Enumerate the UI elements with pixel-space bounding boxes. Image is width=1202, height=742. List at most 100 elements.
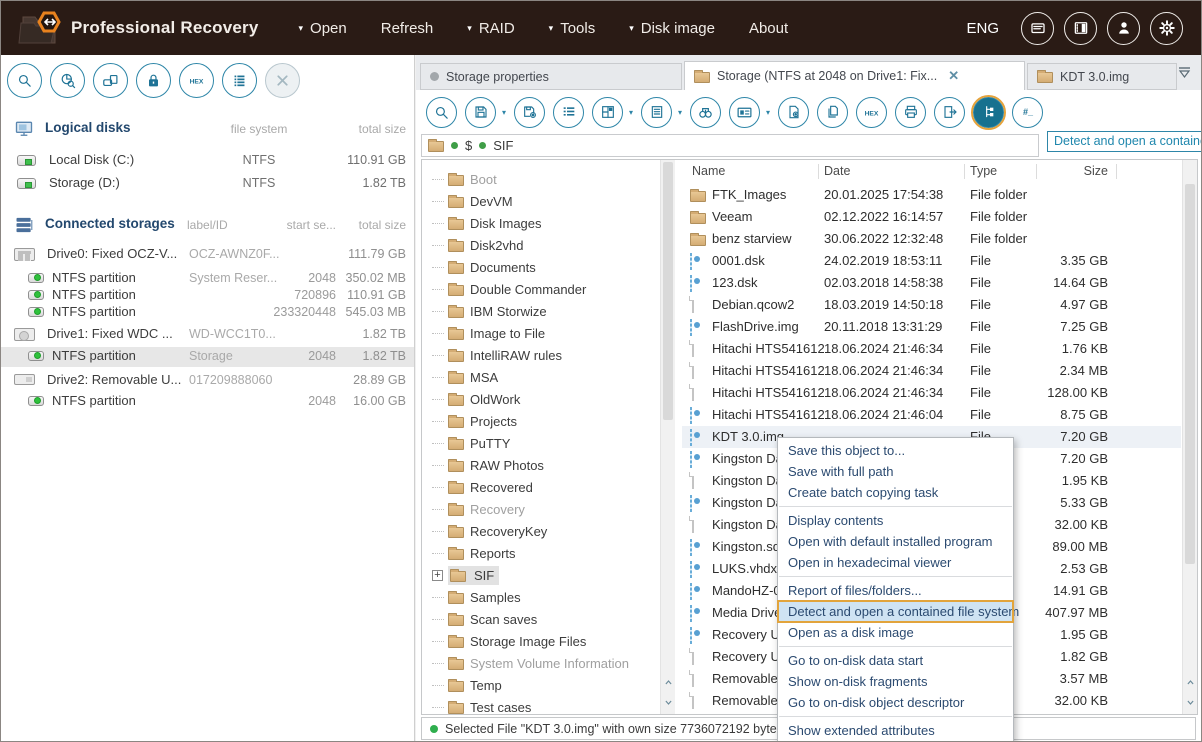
dropdown-caret-icon[interactable]: ▾ (502, 108, 506, 117)
list-scrollbar-thumb[interactable] (1185, 184, 1195, 564)
sector-number-button[interactable]: #_ (1012, 97, 1043, 128)
context-menu-item-save-with-full-path[interactable]: Save with full path (778, 461, 1013, 482)
tree-item-scan-saves[interactable]: Scan saves (422, 608, 537, 630)
tree-item-boot[interactable]: Boot (422, 168, 497, 190)
column-type[interactable]: Type (970, 164, 997, 178)
search-button[interactable] (426, 97, 457, 128)
file-row-hitachi-hts541612j9sa0[interactable]: Hitachi HTS541612J9SA0...18.06.2024 21:4… (682, 404, 1181, 426)
user-button[interactable] (1107, 12, 1140, 45)
column-date[interactable]: Date (824, 164, 850, 178)
file-settings-button[interactable] (778, 97, 809, 128)
lock-button[interactable] (136, 63, 171, 98)
expand-plus-icon[interactable]: + (432, 570, 443, 581)
tree-item-ibm-storwize[interactable]: IBM Storwize (422, 300, 547, 322)
file-row-hitachi-hts541612j9sa0[interactable]: Hitachi HTS541612J9SA0...18.06.2024 21:4… (682, 360, 1181, 382)
storage-drive-row[interactable]: Drive2: Removable U...01720988806028.89 … (1, 371, 414, 391)
scroll-down-icon[interactable] (661, 692, 675, 712)
scroll-down-icon[interactable] (1183, 692, 1197, 712)
tree-item-disk2vhd[interactable]: Disk2vhd (422, 234, 523, 256)
tree-item-test-cases[interactable]: Test cases (422, 696, 531, 715)
find-binoculars-button[interactable] (690, 97, 721, 128)
language-button[interactable]: ENG (966, 20, 999, 37)
contained-fs-tree-button[interactable] (973, 97, 1004, 128)
file-row-hitachi-hts541612j9sa0[interactable]: Hitachi HTS541612J9SA0...18.06.2024 21:4… (682, 338, 1181, 360)
scroll-up-icon[interactable] (661, 672, 675, 692)
tree-item-system-volume-information[interactable]: System Volume Information (422, 652, 629, 674)
tab-storage-ntfs-at-2048-on-driv[interactable]: Storage (NTFS at 2048 on Drive1: Fix...✕ (684, 61, 1025, 90)
context-menu-item-display-contents[interactable]: Display contents (778, 510, 1013, 531)
list-scrollbar[interactable] (1182, 160, 1197, 714)
context-menu-item-open-with-default-installed-pr[interactable]: Open with default installed program (778, 531, 1013, 552)
file-row-veeam[interactable]: Veeam02.12.2022 16:14:57File folder (682, 206, 1181, 228)
hex-button[interactable]: HEX (179, 63, 214, 98)
context-menu-item-create-batch-copying-task[interactable]: Create batch copying task (778, 482, 1013, 503)
storage-partition-row[interactable]: NTFS partitionStorage20481.82 TB (1, 347, 414, 367)
partition-grid-button[interactable] (592, 97, 623, 128)
tree-item-temp[interactable]: Temp (422, 674, 502, 696)
tree-item-intelliraw-rules[interactable]: IntelliRAW rules (422, 344, 562, 366)
storage-drive-row[interactable]: Drive0: Fixed OCZ-V...OCZ-AWNZ0F...111.7… (1, 245, 414, 265)
file-row-debian-qcow2[interactable]: Debian.qcow218.03.2019 14:50:18File4.97 … (682, 294, 1181, 316)
dropdown-caret-icon[interactable]: ▾ (678, 108, 682, 117)
logical-disk-row[interactable]: Local Disk (C:)NTFS110.91 GB (1, 151, 414, 171)
pie-analysis-button[interactable] (50, 63, 85, 98)
dropdown-caret-icon[interactable]: ▾ (629, 108, 633, 117)
menu-disk-image[interactable]: ▾Disk image (629, 20, 715, 37)
tree-item-reports[interactable]: Reports (422, 542, 516, 564)
column-name[interactable]: Name (692, 164, 725, 178)
context-menu-item-go-to-on-disk-data-start[interactable]: Go to on-disk data start (778, 650, 1013, 671)
task-list-button[interactable] (553, 97, 584, 128)
tree-item-disk-images[interactable]: Disk Images (422, 212, 542, 234)
copy-files-button[interactable] (817, 97, 848, 128)
tree-item-raw-photos[interactable]: RAW Photos (422, 454, 544, 476)
tree-item-double-commander[interactable]: Double Commander (422, 278, 586, 300)
export-doc-button[interactable] (934, 97, 965, 128)
menu-refresh[interactable]: Refresh (381, 20, 434, 37)
context-menu-item-save-this-object-to[interactable]: Save this object to... (778, 440, 1013, 461)
save-settings-button[interactable] (514, 97, 545, 128)
file-row-hitachi-hts541612j9sa0[interactable]: Hitachi HTS541612J9SA0...18.06.2024 21:4… (682, 382, 1181, 404)
file-row-123-dsk[interactable]: 123.dsk02.03.2018 14:58:38File14.64 GB (682, 272, 1181, 294)
save-button[interactable] (465, 97, 496, 128)
hex-button[interactable]: HEX (856, 97, 887, 128)
tree-item-recovered[interactable]: Recovered (422, 476, 533, 498)
list-button[interactable] (222, 63, 257, 98)
tab-overflow-icon[interactable] (1178, 67, 1191, 78)
file-row-ftk-images[interactable]: FTK_Images20.01.2025 17:54:38File folder (682, 184, 1181, 206)
storage-drive-row[interactable]: Drive1: Fixed WDC ...WD-WCC1T0...1.82 TB (1, 325, 414, 345)
tab-kdt-3-0-img[interactable]: KDT 3.0.img (1027, 63, 1177, 90)
breadcrumb-item[interactable]: $ (465, 138, 472, 153)
search-button[interactable] (7, 63, 42, 98)
tree-item-putty[interactable]: PuTTY (422, 432, 510, 454)
tree-scrollbar-thumb[interactable] (663, 162, 673, 420)
tree-scrollbar[interactable] (660, 160, 675, 714)
menu-raid[interactable]: ▾RAID (467, 20, 514, 37)
file-row-benz-starview[interactable]: benz starview30.06.2022 12:32:48File fol… (682, 228, 1181, 250)
tree-item-recoverykey[interactable]: RecoveryKey (422, 520, 547, 542)
context-menu-item-open-in-hexadecimal-viewer[interactable]: Open in hexadecimal viewer (778, 552, 1013, 573)
logical-disk-row[interactable]: Storage (D:)NTFS1.82 TB (1, 174, 414, 194)
context-menu-item-show-on-disk-fragments[interactable]: Show on-disk fragments (778, 671, 1013, 692)
tree-item-documents[interactable]: Documents (422, 256, 536, 278)
menu-tools[interactable]: ▾Tools (549, 20, 596, 37)
object-card-button[interactable] (729, 97, 760, 128)
context-menu-item-show-extended-attributes[interactable]: Show extended attributes (778, 720, 1013, 741)
document-view-button[interactable] (641, 97, 672, 128)
column-size[interactable]: Size (1042, 164, 1108, 178)
tree-item-devvm[interactable]: DevVM (422, 190, 513, 212)
context-menu-item-go-to-on-disk-object-descripto[interactable]: Go to on-disk object descriptor (778, 692, 1013, 713)
file-row-flashdrive-img[interactable]: FlashDrive.img20.11.2018 13:31:29File7.2… (682, 316, 1181, 338)
create-image-button[interactable] (93, 63, 128, 98)
tree-item-oldwork[interactable]: OldWork (422, 388, 520, 410)
menu-open[interactable]: ▾Open (299, 20, 347, 37)
report-print-button[interactable] (895, 97, 926, 128)
tree-item-samples[interactable]: Samples (422, 586, 521, 608)
tab-close-icon[interactable]: ✕ (948, 68, 959, 84)
panel-button[interactable] (1064, 12, 1097, 45)
storage-partition-row[interactable]: NTFS partition204816.00 GB (1, 392, 414, 412)
tree-item-storage-image-files[interactable]: Storage Image Files (422, 630, 586, 652)
file-row-0001-dsk[interactable]: 0001.dsk24.02.2019 18:53:11File3.35 GB (682, 250, 1181, 272)
tree-item-recovery[interactable]: Recovery (422, 498, 525, 520)
tab-storage-properties[interactable]: Storage properties (420, 63, 682, 90)
tree-item-projects[interactable]: Projects (422, 410, 517, 432)
